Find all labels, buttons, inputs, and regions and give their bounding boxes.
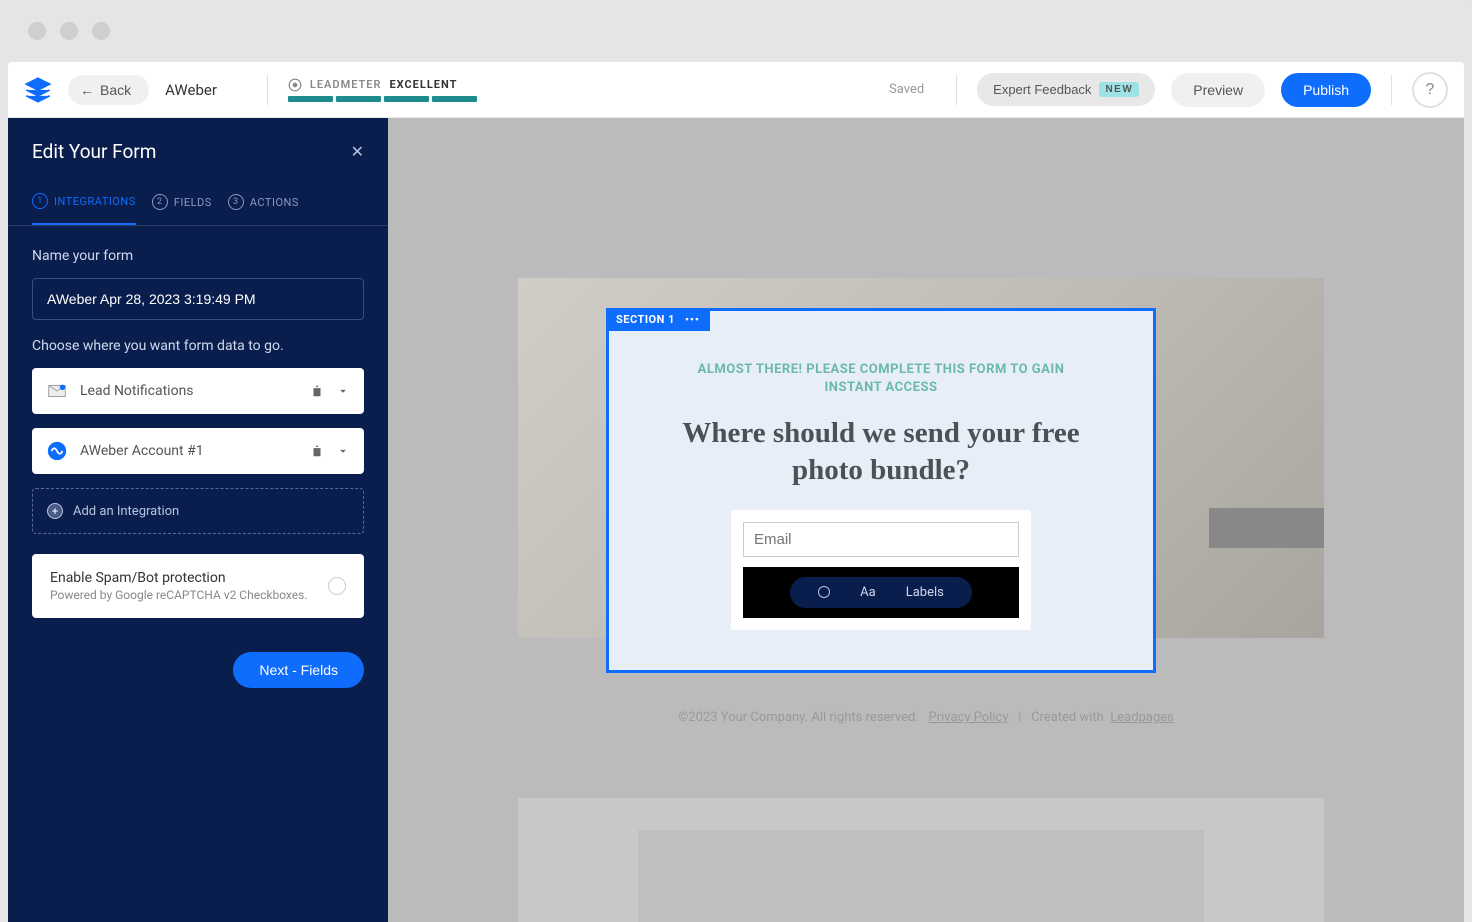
page-canvas[interactable]: SECTION 1 ••• ALMOST THERE! PLEASE COMPL…	[388, 118, 1464, 922]
leadmeter[interactable]: LEADMETER EXCELLENT	[288, 78, 477, 102]
section-label-text: SECTION 1	[616, 313, 675, 326]
window-dot	[92, 22, 110, 40]
expert-label: Expert Feedback	[993, 82, 1091, 97]
tab-fields[interactable]: 2 FIELDS	[152, 193, 212, 225]
edit-form-sidebar: Edit Your Form ✕ 1 INTEGRATIONS 2 FIELDS…	[8, 118, 388, 922]
publish-button[interactable]: Publish	[1281, 73, 1371, 107]
button-toolbar[interactable]: Aa Labels	[743, 567, 1019, 618]
app-logo-icon	[24, 76, 52, 104]
trash-icon[interactable]	[310, 384, 324, 398]
leadmeter-rating: EXCELLENT	[389, 78, 457, 91]
footer-created: Created with	[1031, 710, 1104, 725]
next-fields-button[interactable]: Next - Fields	[233, 652, 364, 688]
target-icon	[288, 78, 302, 92]
step-label: ACTIONS	[250, 196, 299, 209]
chevron-down-icon[interactable]	[336, 444, 350, 458]
leadmeter-label: LEADMETER	[310, 78, 382, 91]
headline-text[interactable]: Where should we send your free photo bun…	[669, 415, 1093, 488]
name-form-label: Name your form	[32, 248, 364, 264]
page-footer: ©2023 Your Company. All rights reserved.…	[388, 710, 1464, 725]
spam-subtitle: Powered by Google reCAPTCHA v2 Checkboxe…	[50, 588, 328, 602]
integration-name: AWeber Account #1	[80, 443, 298, 459]
page-name: AWeber	[165, 81, 217, 99]
sidebar-title: Edit Your Form	[32, 140, 156, 163]
chevron-down-icon[interactable]	[336, 384, 350, 398]
step-number: 2	[152, 194, 168, 210]
more-dots-icon[interactable]: •••	[685, 313, 700, 326]
saved-status: Saved	[889, 82, 924, 97]
integration-lead-notifications[interactable]: Lead Notifications	[32, 368, 364, 414]
form-container[interactable]: Aa Labels	[731, 510, 1031, 630]
back-label: Back	[100, 82, 131, 98]
step-label: FIELDS	[174, 196, 212, 209]
email-input[interactable]	[743, 522, 1019, 557]
window-controls	[0, 0, 1472, 62]
plus-icon: +	[47, 503, 63, 519]
divider	[267, 75, 268, 105]
labels-button[interactable]: Labels	[906, 585, 944, 600]
privacy-link[interactable]: Privacy Policy	[928, 710, 1008, 725]
integration-aweber[interactable]: AWeber Account #1	[32, 428, 364, 474]
close-icon[interactable]: ✕	[351, 142, 364, 161]
topbar: ← Back AWeber LEADMETER EXCELLENT Saved …	[8, 62, 1464, 118]
spam-toggle[interactable]	[328, 577, 346, 595]
leadpages-link[interactable]: Leadpages	[1110, 710, 1174, 725]
footer-copyright: ©2023 Your Company. All rights reserved.	[678, 710, 919, 725]
window-dot	[28, 22, 46, 40]
leadmeter-bars	[288, 96, 477, 102]
arrow-left-icon: ←	[80, 82, 94, 98]
step-number: 3	[228, 194, 244, 210]
help-button[interactable]: ?	[1412, 72, 1448, 108]
preview-button[interactable]: Preview	[1171, 73, 1265, 107]
step-tabs: 1 INTEGRATIONS 2 FIELDS 3 ACTIONS	[8, 173, 388, 226]
integration-name: Lead Notifications	[80, 383, 298, 399]
divider	[956, 75, 957, 105]
new-badge: NEW	[1099, 82, 1139, 97]
color-picker-icon[interactable]	[818, 586, 830, 598]
step-number: 1	[32, 193, 48, 209]
form-name-input[interactable]	[32, 278, 364, 320]
choose-destination-label: Choose where you want form data to go.	[32, 338, 364, 354]
browser-window: ← Back AWeber LEADMETER EXCELLENT Saved …	[0, 0, 1472, 922]
spam-title: Enable Spam/Bot protection	[50, 570, 328, 586]
step-label: INTEGRATIONS	[54, 195, 136, 208]
text-style-button[interactable]: Aa	[860, 585, 876, 600]
aweber-icon	[46, 440, 68, 462]
mail-icon	[46, 380, 68, 402]
footer-sep: |	[1018, 710, 1021, 725]
expert-feedback-button[interactable]: Expert Feedback NEW	[977, 73, 1155, 106]
section-1[interactable]: SECTION 1 ••• ALMOST THERE! PLEASE COMPL…	[606, 308, 1156, 673]
trash-icon[interactable]	[310, 444, 324, 458]
overline-text[interactable]: ALMOST THERE! PLEASE COMPLETE THIS FORM …	[669, 361, 1093, 397]
divider	[1391, 75, 1392, 105]
spam-protection-card: Enable Spam/Bot protection Powered by Go…	[32, 554, 364, 618]
add-integration-label: Add an Integration	[73, 504, 179, 519]
back-button[interactable]: ← Back	[68, 75, 149, 105]
lower-block	[638, 830, 1204, 922]
section-label[interactable]: SECTION 1 •••	[606, 308, 710, 331]
background-element	[1209, 508, 1324, 548]
tab-integrations[interactable]: 1 INTEGRATIONS	[32, 193, 136, 225]
add-integration-button[interactable]: + Add an Integration	[32, 488, 364, 534]
tab-actions[interactable]: 3 ACTIONS	[228, 193, 299, 225]
window-dot	[60, 22, 78, 40]
